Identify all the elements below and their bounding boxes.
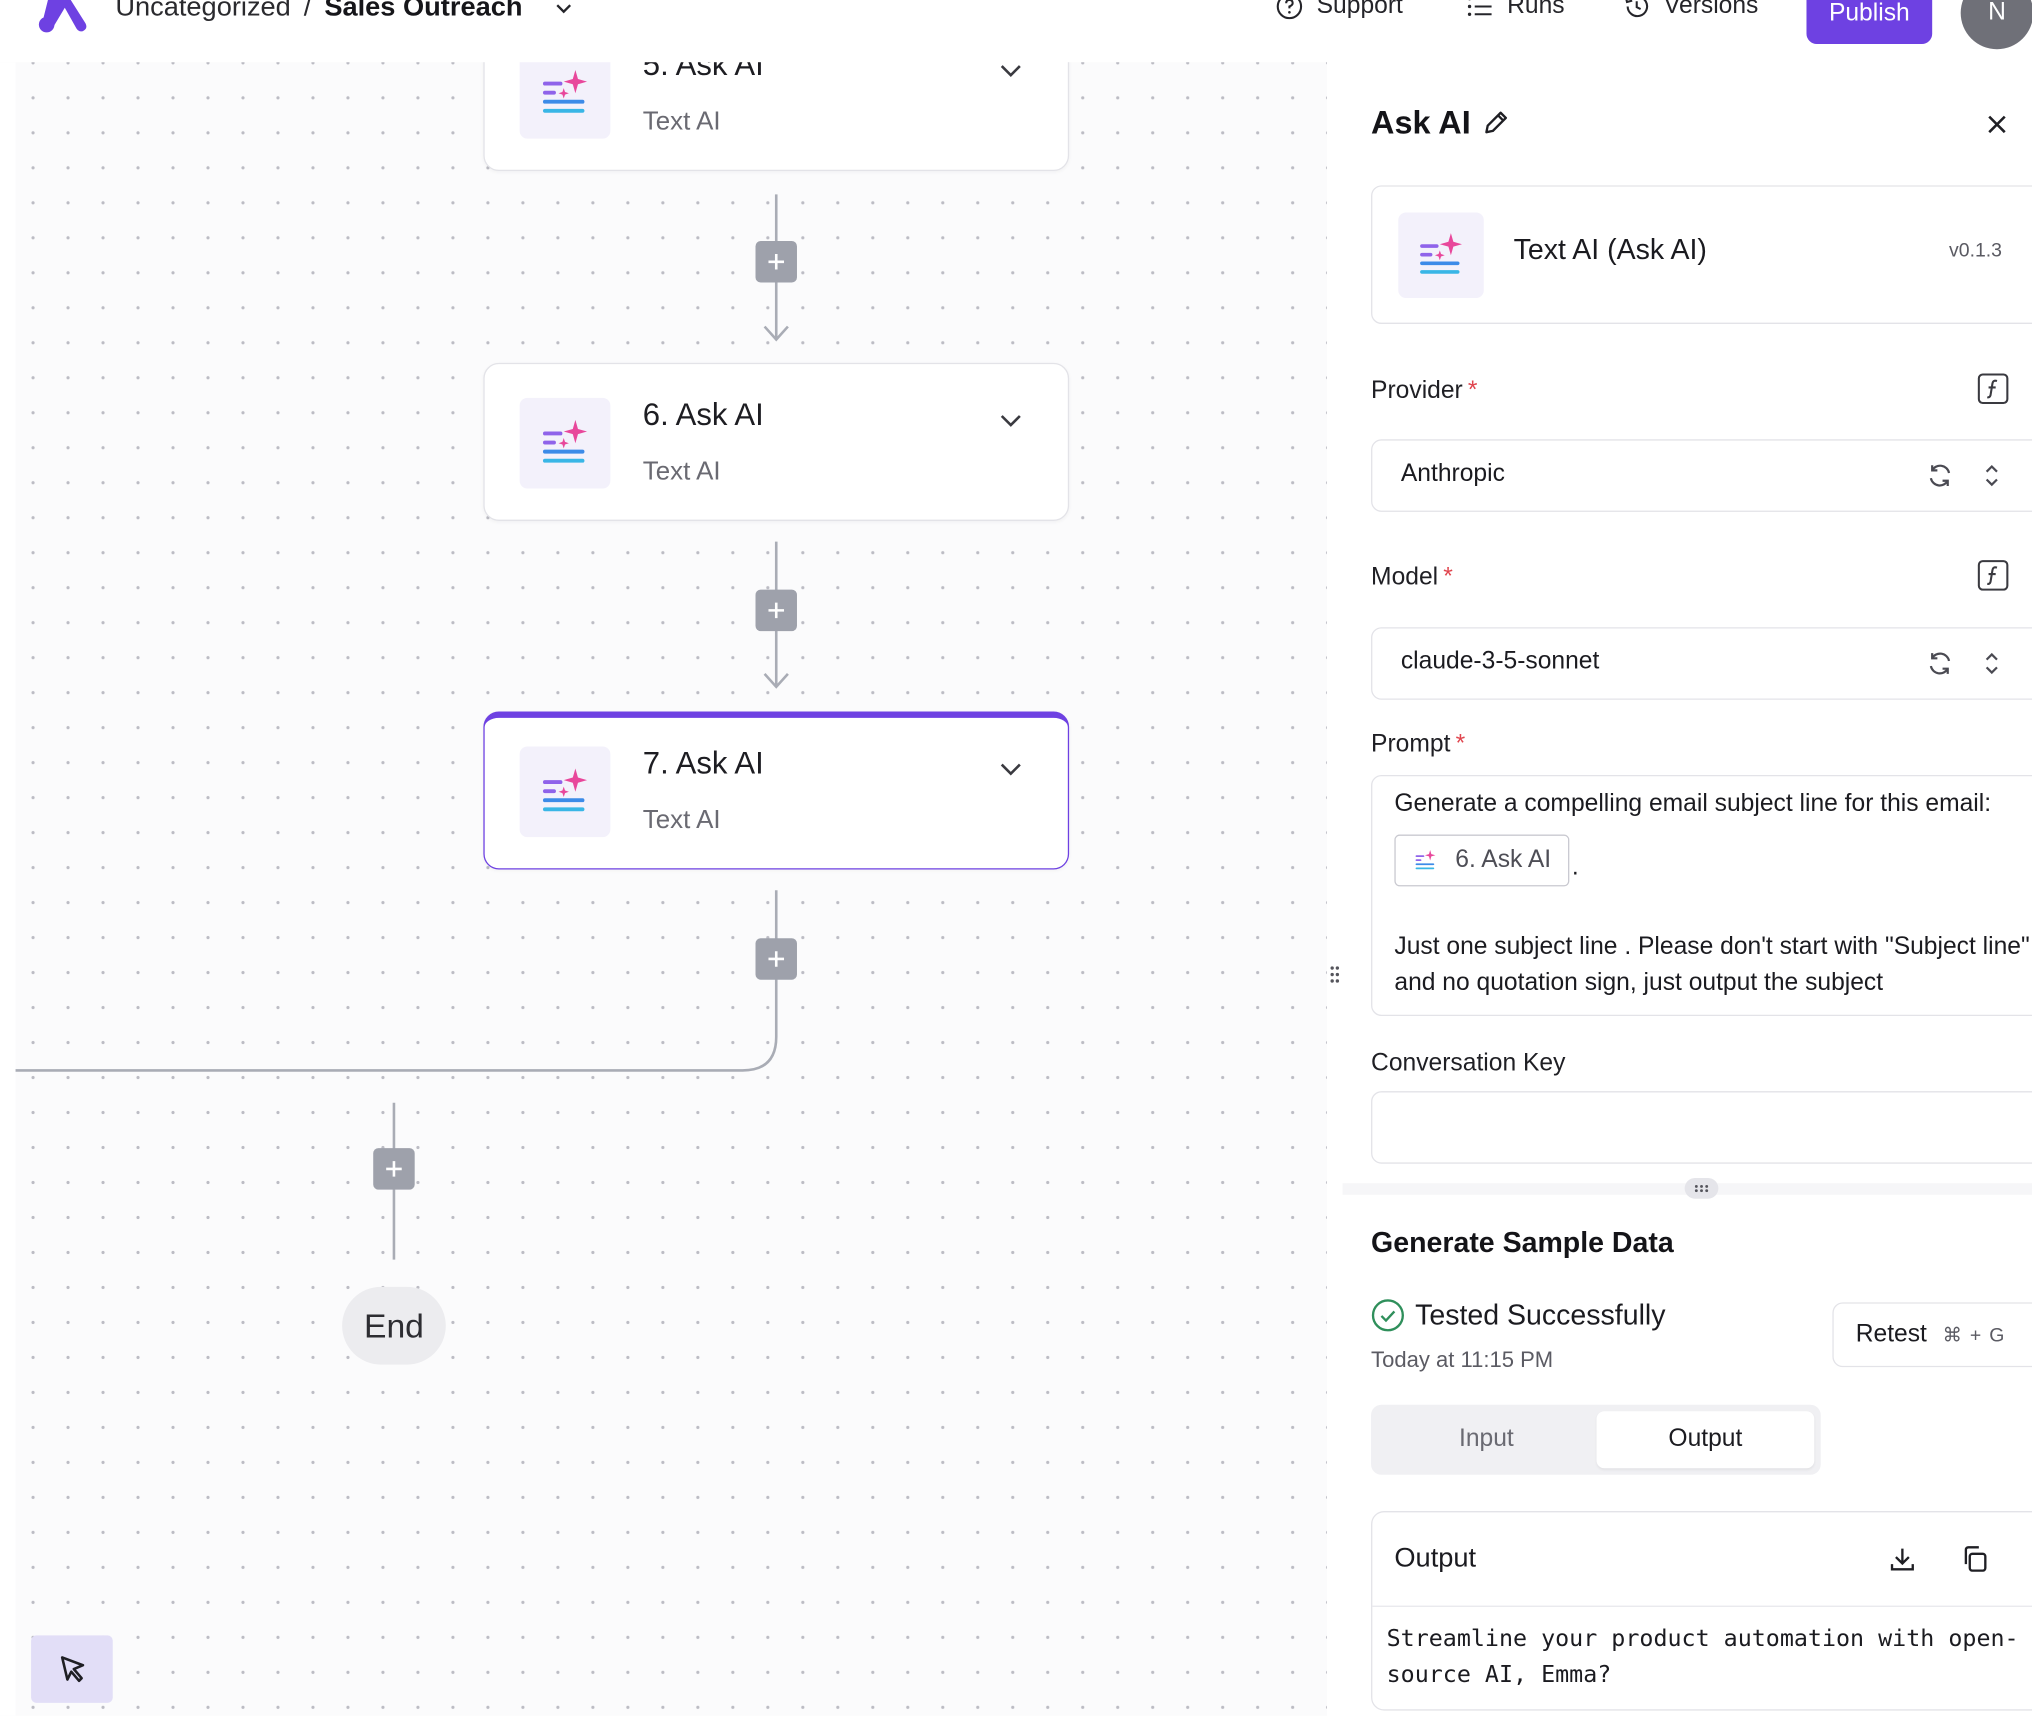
add-step-button[interactable] <box>755 938 797 980</box>
provider-select[interactable]: Anthropic <box>1371 439 2032 512</box>
tab-input[interactable]: Input <box>1378 1411 1596 1468</box>
chevron-down-icon[interactable] <box>997 754 1026 783</box>
chevron-updown-icon[interactable] <box>1979 461 2005 490</box>
list-icon <box>1467 0 1492 16</box>
help-circle-icon <box>1276 0 1303 20</box>
prompt-label: Prompt * <box>1371 730 1466 759</box>
text-ai-icon <box>519 397 611 489</box>
pencil-icon[interactable] <box>1481 109 1510 138</box>
chevron-updown-icon[interactable] <box>1979 649 2005 678</box>
step-card-7[interactable]: 7. Ask AI Text AI <box>483 711 1070 870</box>
tab-output[interactable]: Output <box>1596 1411 1815 1469</box>
tested-timestamp: Today at 11:15 PM <box>1371 1347 1554 1373</box>
versions-label: Versions <box>1663 0 1759 20</box>
step-title: 7. Ask AI <box>642 746 764 782</box>
prompt-editor[interactable]: Generate a compelling email subject line… <box>1371 774 2032 1016</box>
top-bar: Uncategorized / Sales Outreach Support R… <box>0 0 2032 63</box>
piece-version: v0.1.3 <box>1949 239 2003 262</box>
chip-label: 6. Ask AI <box>1455 846 1552 874</box>
support-link[interactable]: Support <box>1275 0 1403 21</box>
history-icon <box>1625 0 1649 18</box>
output-title: Output <box>1394 1543 1477 1574</box>
prompt-text-suffix: . <box>1571 853 1579 882</box>
plus-icon <box>768 602 785 619</box>
model-value: claude-3-5-sonnet <box>1400 647 1600 676</box>
cursor-arrow-icon <box>60 1656 84 1683</box>
drag-handle-icon[interactable] <box>1328 963 1341 986</box>
retest-button[interactable]: Retest ⌘ + G <box>1832 1302 2032 1368</box>
refresh-icon[interactable] <box>1926 461 1955 490</box>
add-step-button[interactable] <box>373 1148 415 1190</box>
app-logo-icon[interactable] <box>34 0 94 36</box>
piece-name: Text AI (Ask AI) <box>1513 233 1707 266</box>
step-settings-panel: Ask AI Text AI (Ask AI) v0.1.3 Provider … <box>1342 62 2032 1716</box>
conversation-key-label: Conversation Key <box>1371 1049 1566 1077</box>
step-title: 6. Ask AI <box>642 397 764 433</box>
test-status: Tested Successfully <box>1371 1298 1665 1332</box>
close-icon[interactable] <box>1984 111 2010 137</box>
breadcrumb-flow-name[interactable]: Sales Outreach <box>324 0 522 23</box>
plus-icon <box>386 1161 402 1177</box>
retest-label: Retest <box>1855 1320 1927 1348</box>
chevron-down-icon[interactable] <box>997 406 1026 435</box>
pointer-tool-button[interactable] <box>31 1635 113 1703</box>
avatar[interactable]: N <box>1960 0 2032 50</box>
dynamic-value-icon[interactable] <box>1977 560 2009 591</box>
plus-icon <box>768 951 785 967</box>
piece-info-card: Text AI (Ask AI) v0.1.3 <box>1371 185 2032 324</box>
provider-label: Provider * <box>1371 377 1478 405</box>
download-icon[interactable] <box>1888 1545 1917 1574</box>
output-text: Streamline your product automation with … <box>1386 1625 2019 1689</box>
end-node: End <box>342 1286 446 1365</box>
text-ai-icon <box>1398 212 1484 299</box>
support-label: Support <box>1316 0 1403 20</box>
canvas-left-edge <box>0 62 16 1716</box>
sample-data-title: Generate Sample Data <box>1371 1225 1674 1259</box>
breadcrumb-folder[interactable]: Uncategorized <box>115 0 290 23</box>
flow-canvas[interactable]: 5. Ask AI Text AI 6. Ask AI Text AI 7. A… <box>0 0 1328 1716</box>
panel-title: Ask AI <box>1371 104 1471 142</box>
check-circle-icon <box>1371 1299 1404 1332</box>
refresh-icon[interactable] <box>1926 649 1955 678</box>
drag-handle-icon[interactable] <box>1684 1177 1719 1199</box>
step-card-6[interactable]: 6. Ask AI Text AI <box>483 362 1070 521</box>
retest-shortcut: ⌘ + G <box>1942 1324 2006 1347</box>
step-subtitle: Text AI <box>642 107 721 137</box>
publish-button[interactable]: Publish <box>1806 0 1933 45</box>
breadcrumb-separator: / <box>303 0 312 23</box>
model-select[interactable]: claude-3-5-sonnet <box>1371 627 2032 700</box>
text-ai-icon <box>519 746 611 838</box>
plus-icon <box>768 253 785 270</box>
add-step-button[interactable] <box>755 241 797 283</box>
add-step-button[interactable] <box>755 589 797 632</box>
input-output-toggle: Input Output <box>1371 1404 1821 1475</box>
panel-splitter[interactable] <box>1327 62 1343 1716</box>
chevron-down-icon[interactable] <box>554 0 575 18</box>
versions-link[interactable]: Versions <box>1622 0 1758 21</box>
runs-link[interactable]: Runs <box>1466 0 1565 21</box>
prompt-text: Just one subject line . Please don't sta… <box>1394 933 2030 997</box>
breadcrumb: Uncategorized / Sales Outreach <box>115 0 574 23</box>
step-reference-chip[interactable]: 6. Ask AI <box>1394 834 1570 887</box>
conversation-key-input[interactable] <box>1371 1091 2032 1164</box>
output-header: Output <box>1372 1512 2032 1607</box>
runs-label: Runs <box>1507 0 1565 20</box>
model-label: Model * <box>1371 563 1453 591</box>
step-subtitle: Text AI <box>642 806 721 835</box>
copy-icon[interactable] <box>1961 1545 1990 1574</box>
step-subtitle: Text AI <box>642 457 721 486</box>
provider-value: Anthropic <box>1400 460 1505 488</box>
dynamic-value-icon[interactable] <box>1977 373 2009 405</box>
output-card: Output Streamline your product automatio… <box>1371 1511 2032 1711</box>
prompt-text: Generate a compelling email subject line… <box>1394 790 1992 818</box>
test-status-text: Tested Successfully <box>1415 1298 1666 1331</box>
text-ai-icon <box>1415 849 1436 870</box>
